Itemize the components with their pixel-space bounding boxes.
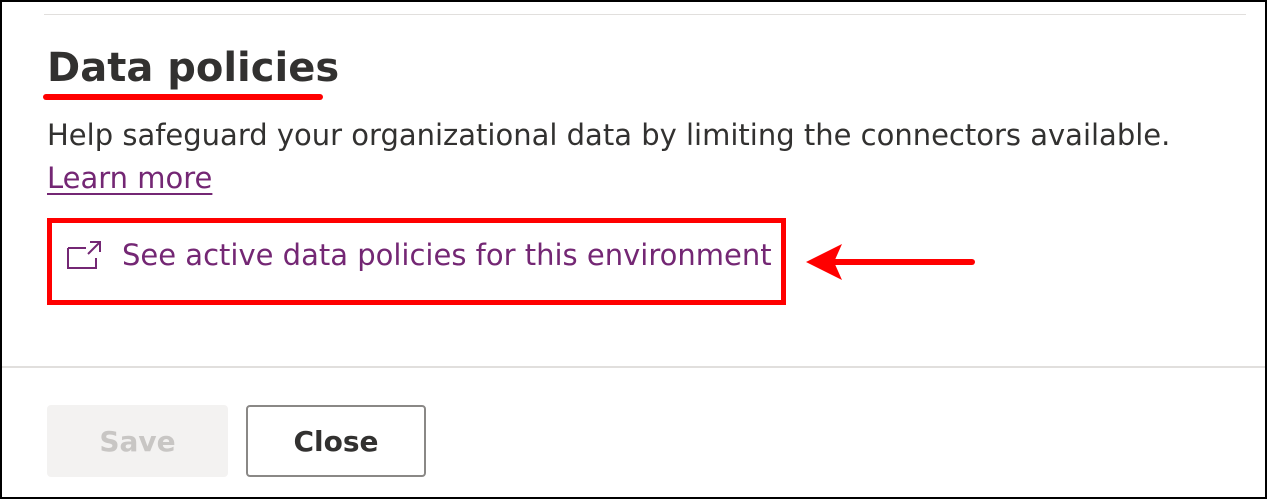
description-text: Help safeguard your organizational data … <box>47 118 1171 152</box>
dialog-panel: Data policies Help safeguard your organi… <box>0 0 1267 499</box>
learn-more-link[interactable]: Learn more <box>47 161 212 195</box>
title-highlight-underline <box>43 94 323 100</box>
left-arrow-annotation <box>806 244 975 280</box>
section-description: Help safeguard your organizational data … <box>47 114 1217 200</box>
save-button: Save <box>47 405 228 477</box>
footer-divider <box>2 366 1265 368</box>
see-active-policies-label: See active data policies for this enviro… <box>122 238 772 272</box>
top-divider <box>44 14 1246 15</box>
open-in-new-window-icon <box>66 240 104 270</box>
see-active-policies-link[interactable]: See active data policies for this enviro… <box>66 238 772 272</box>
close-button[interactable]: Close <box>246 405 426 477</box>
section-title: Data policies <box>47 45 340 91</box>
